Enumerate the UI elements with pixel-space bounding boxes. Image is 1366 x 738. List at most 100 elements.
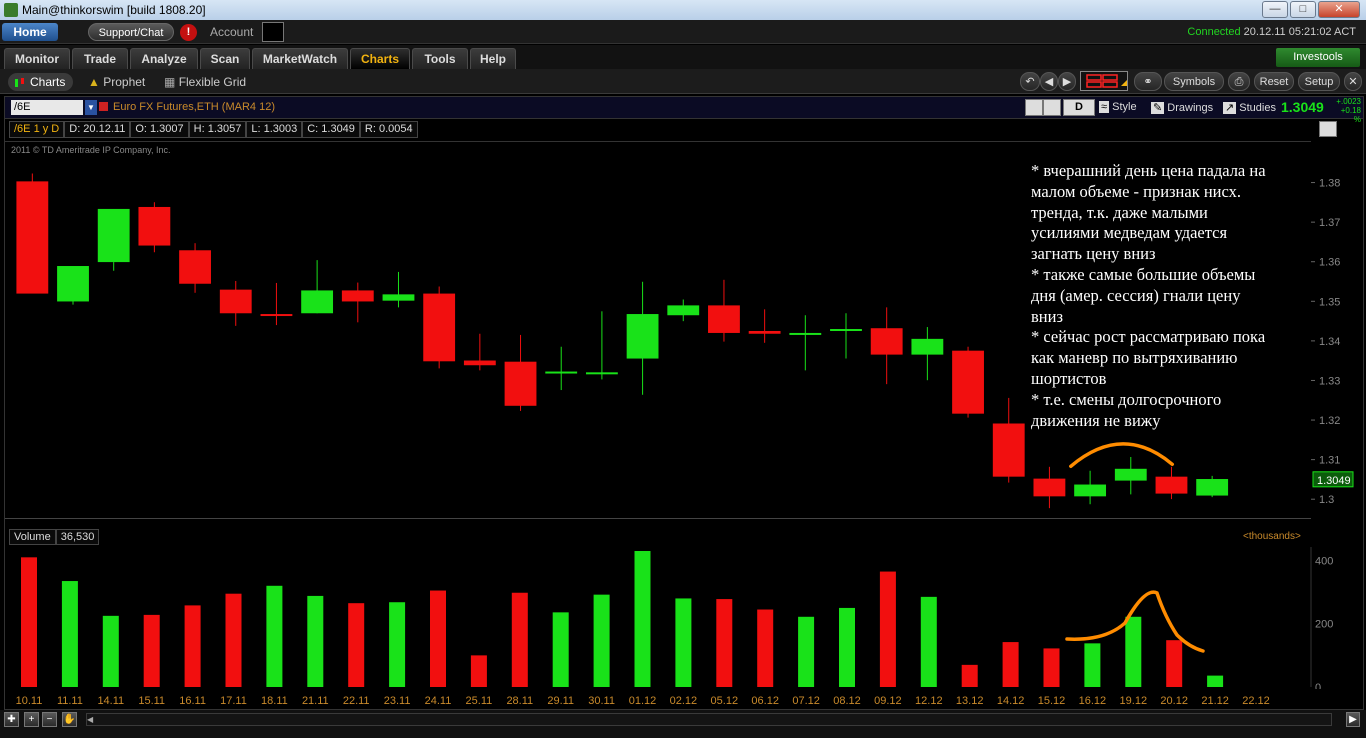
candle-body — [952, 350, 984, 414]
price-tick-label: 1.34 — [1319, 336, 1340, 348]
investools-button[interactable]: Investools — [1276, 48, 1360, 67]
volume-bar — [348, 603, 365, 687]
grid-icon: ▦ — [164, 75, 176, 89]
date-tick-label: 20.12 — [1160, 695, 1188, 707]
close-panel-icon[interactable]: ✕ — [1344, 72, 1362, 91]
annotation-line: шортистов — [1031, 368, 1107, 388]
layout-selector[interactable] — [1080, 71, 1128, 91]
studies-button[interactable]: ↗ Studies — [1223, 101, 1276, 114]
back-icon[interactable]: ◀ — [1040, 72, 1058, 91]
expand-icon[interactable]: ✚ — [4, 712, 19, 727]
volume-bar — [1043, 648, 1060, 687]
scroll-left-icon[interactable]: ◀ — [87, 714, 97, 725]
candle-body — [667, 305, 700, 316]
status-time: 20.12.11 05:21:02 ACT — [1243, 26, 1356, 38]
top-toolbar: Home Support/Chat ! Account Connected 20… — [0, 20, 1366, 44]
candle-body — [585, 372, 618, 375]
symbols-button[interactable]: Symbols — [1164, 72, 1224, 91]
tab-charts[interactable]: Charts — [350, 48, 410, 69]
annotation-line: малом объеме - признак нисх. — [1031, 181, 1241, 201]
flexible-grid-label: Flexible Grid — [178, 75, 247, 89]
grid-layout-icon — [1086, 74, 1127, 88]
volume-bar — [552, 612, 569, 687]
chart-scrollbar[interactable]: ◀ — [86, 713, 1332, 726]
tab-help[interactable]: Help — [470, 48, 516, 69]
tab-scan[interactable]: Scan — [200, 48, 250, 69]
annotation-line: * также самые большие объемы — [1031, 264, 1256, 284]
draw-tool-icon[interactable] — [1025, 99, 1043, 116]
pencil-icon[interactable] — [1043, 99, 1061, 116]
candle-body — [1074, 484, 1107, 497]
date-tick-label: 16.11 — [179, 695, 206, 707]
last-price: 1.3049 — [1281, 99, 1324, 115]
date-tick-label: 17.11 — [220, 695, 247, 707]
zoom-in-icon[interactable]: + — [24, 712, 39, 727]
date-tick-label: 14.11 — [97, 695, 124, 707]
account-selector[interactable] — [262, 22, 284, 42]
info-close: C: 1.3049 — [302, 121, 360, 138]
forward-icon[interactable]: ▶ — [1058, 72, 1076, 91]
setup-button[interactable]: Setup — [1298, 72, 1340, 91]
date-tick-label: 14.12 — [997, 695, 1025, 707]
ohlc-info-bar: /6E 1 y D D: 20.12.11 O: 1.3007 H: 1.305… — [9, 121, 418, 138]
connected-label: Connected — [1187, 26, 1241, 38]
volume-bar — [389, 602, 406, 687]
annotation-line: дня (амер. сессия) гнали цену — [1031, 285, 1241, 305]
date-axis: 10.11 11.11 14.11 15.11 16.11 17.11 18.11 21.11… — [16, 695, 1270, 707]
prophet-icon: ▲ — [88, 75, 100, 89]
alert-icon[interactable]: ! — [180, 24, 197, 41]
minimize-icon[interactable]: — — [1262, 1, 1288, 18]
home-button[interactable]: Home — [2, 23, 58, 41]
close-icon[interactable]: ✕ — [1318, 1, 1360, 18]
tab-monitor[interactable]: Monitor — [4, 48, 70, 69]
tab-tools[interactable]: Tools — [412, 48, 468, 69]
volume-chart[interactable]: 400 200 0 — [5, 547, 1363, 689]
volume-bar — [1166, 640, 1183, 687]
volume-value: 36,530 — [55, 529, 100, 545]
drawings-button[interactable]: ✎ Drawings — [1151, 101, 1213, 114]
tab-marketwatch[interactable]: MarketWatch — [252, 48, 348, 69]
price-change: +.0023 +0.18 % — [1333, 97, 1361, 124]
annotation-line: тренда, т.к. даже малыми — [1031, 202, 1208, 222]
volume-bar — [1002, 642, 1019, 687]
subtab-flexible-grid[interactable]: ▦ Flexible Grid — [164, 73, 246, 91]
candle-body — [16, 181, 49, 294]
volume-bar — [1084, 643, 1101, 687]
subtab-prophet[interactable]: ▲ Prophet — [88, 73, 145, 91]
price-tick-label: 1.38 — [1319, 178, 1340, 190]
date-tick-label: 24.11 — [425, 695, 452, 707]
annotation-line: загнать цену вниз — [1031, 244, 1156, 264]
support-chat-button[interactable]: Support/Chat — [88, 23, 174, 41]
volume-bar — [511, 592, 528, 687]
date-tick-label: 29.11 — [547, 695, 574, 707]
undo-icon[interactable]: ↶ — [1020, 72, 1040, 91]
tab-analyze[interactable]: Analyze — [130, 48, 198, 69]
print-icon[interactable]: ⎙ — [1228, 72, 1250, 91]
candle-body — [911, 338, 944, 355]
scroll-right-icon[interactable]: ▶ — [1346, 712, 1360, 727]
symbol-input[interactable]: /6E — [11, 100, 83, 115]
reset-button[interactable]: Reset — [1254, 72, 1294, 91]
maximize-icon[interactable]: □ — [1290, 1, 1316, 18]
candle-body — [545, 371, 578, 374]
symbol-description: Euro FX Futures,ETH (MAR4 12) — [113, 101, 275, 113]
zoom-out-icon[interactable]: − — [42, 712, 57, 727]
date-tick-label: 10.11 — [16, 695, 43, 707]
tab-trade[interactable]: Trade — [72, 48, 128, 69]
volume-bar — [716, 599, 733, 687]
date-tick-label: 09.12 — [874, 695, 902, 707]
change-abs: +.0023 — [1336, 97, 1361, 106]
studies-label: Studies — [1239, 102, 1276, 114]
price-tick-label: 1.33 — [1319, 375, 1340, 387]
style-button[interactable]: ≈ Style — [1099, 101, 1137, 113]
chart-settings-icon[interactable] — [1319, 121, 1337, 137]
link-icon[interactable]: ⚭ — [1134, 72, 1162, 91]
symbol-dropdown-icon[interactable]: ▼ — [85, 100, 97, 115]
info-date: D: 20.12.11 — [64, 121, 131, 138]
period-button[interactable]: D — [1063, 99, 1095, 116]
date-tick-label: 23.11 — [384, 695, 411, 707]
period-label[interactable]: /6E 1 y D — [9, 121, 65, 138]
candles-icon — [15, 78, 24, 87]
pan-hand-icon[interactable]: ✋ — [62, 712, 77, 727]
candle-body — [870, 328, 903, 355]
